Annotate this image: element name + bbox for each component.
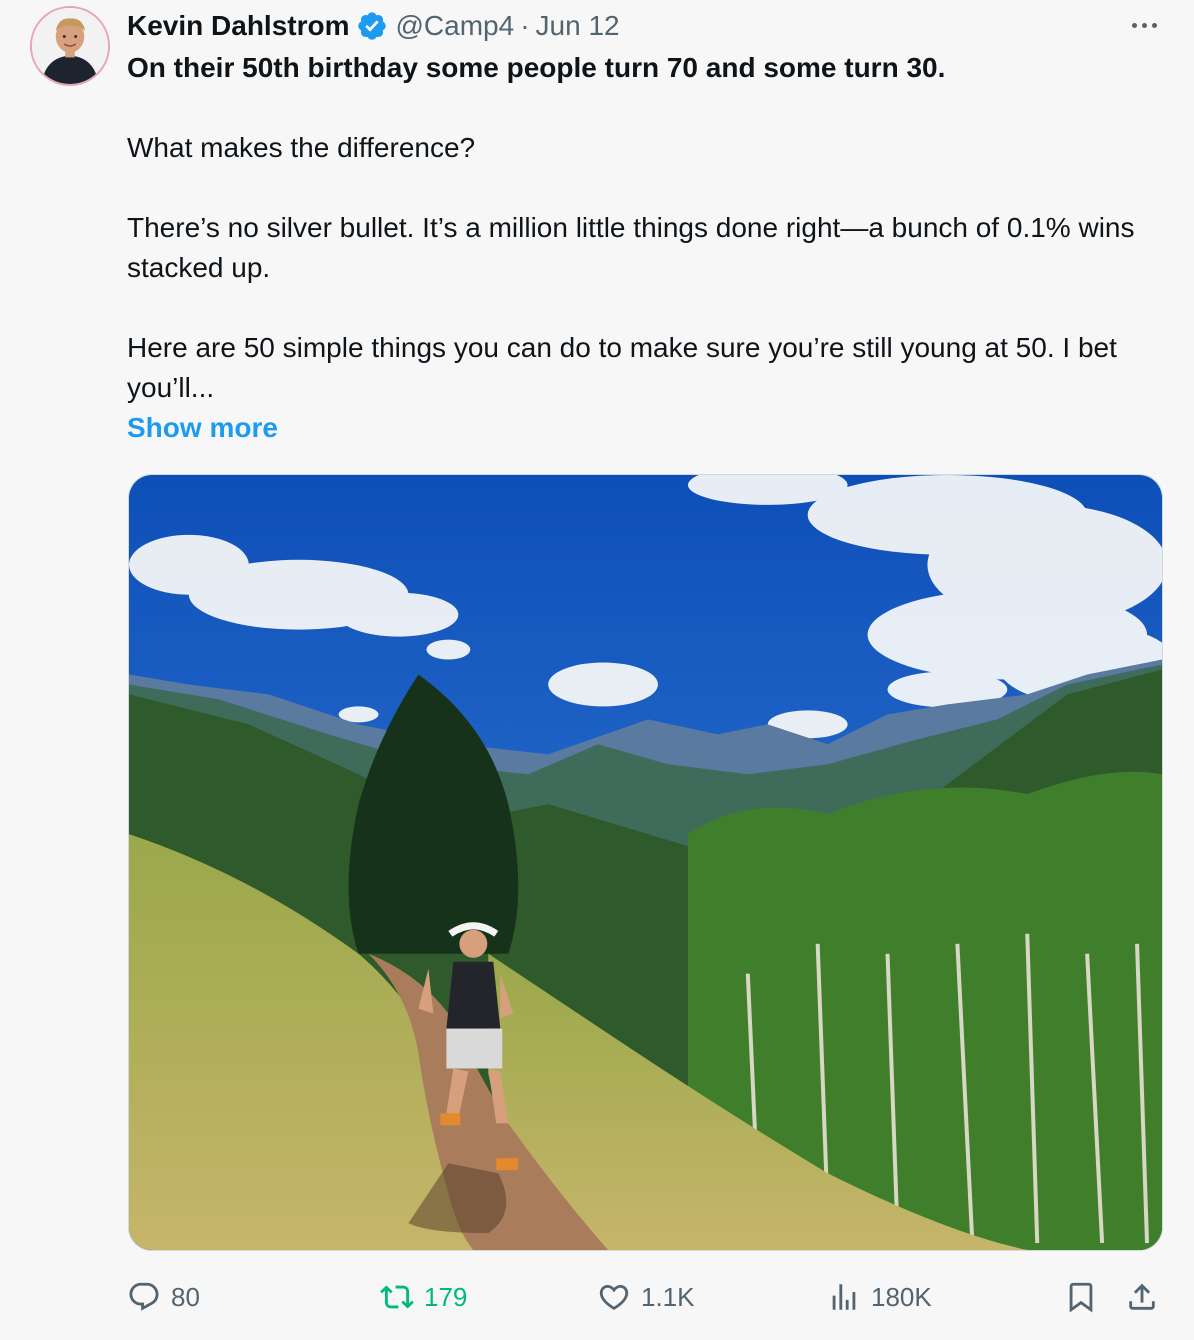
more-options-icon[interactable] [1124, 10, 1164, 40]
mountain-trail-photo-icon [129, 475, 1162, 1250]
retweet-count: 179 [424, 1281, 468, 1312]
retweet-icon [380, 1280, 414, 1314]
views-chart-icon [827, 1280, 861, 1314]
reply-count: 80 [171, 1281, 200, 1312]
bookmark-button[interactable] [1064, 1272, 1108, 1322]
dot [1151, 22, 1157, 28]
dot [1141, 22, 1147, 28]
dot [1131, 22, 1137, 28]
heart-icon [597, 1280, 631, 1314]
bookmark-icon [1064, 1280, 1098, 1314]
header-separator: · [520, 10, 530, 41]
tweet-text: On their 50th birthday some people turn … [127, 48, 1172, 448]
verified-badge-icon[interactable] [356, 10, 388, 42]
share-icon [1125, 1280, 1159, 1314]
tweet-paragraph: What makes the difference? [127, 132, 476, 163]
tweet-date[interactable]: Jun 12 [536, 10, 620, 42]
person-avatar-icon [32, 8, 108, 84]
share-button[interactable] [1125, 1272, 1169, 1322]
show-more-link[interactable]: Show more [127, 408, 278, 448]
tweet-lead: On their 50th birthday some people turn … [127, 52, 946, 83]
reply-icon [127, 1280, 161, 1314]
tweet-photo[interactable] [128, 474, 1163, 1251]
tweet-actions: 80 179 1.1K 180K [127, 1272, 1167, 1322]
views-button[interactable]: 180K [827, 1272, 932, 1322]
avatar[interactable] [30, 6, 110, 86]
reply-button[interactable]: 80 [127, 1272, 200, 1322]
like-count: 1.1K [641, 1281, 695, 1312]
like-button[interactable]: 1.1K [597, 1272, 695, 1322]
retweet-button[interactable]: 179 [380, 1272, 467, 1322]
tweet-paragraph: There’s no silver bullet. It’s a million… [127, 212, 1135, 283]
views-count: 180K [871, 1281, 932, 1312]
tweet-paragraph: Here are 50 simple things you can do to … [127, 332, 1117, 403]
author-handle[interactable]: @Camp4 [396, 10, 515, 42]
tweet-header: Kevin Dahlstrom @Camp4 · Jun 12 [127, 6, 620, 46]
author-name[interactable]: Kevin Dahlstrom [127, 10, 350, 42]
